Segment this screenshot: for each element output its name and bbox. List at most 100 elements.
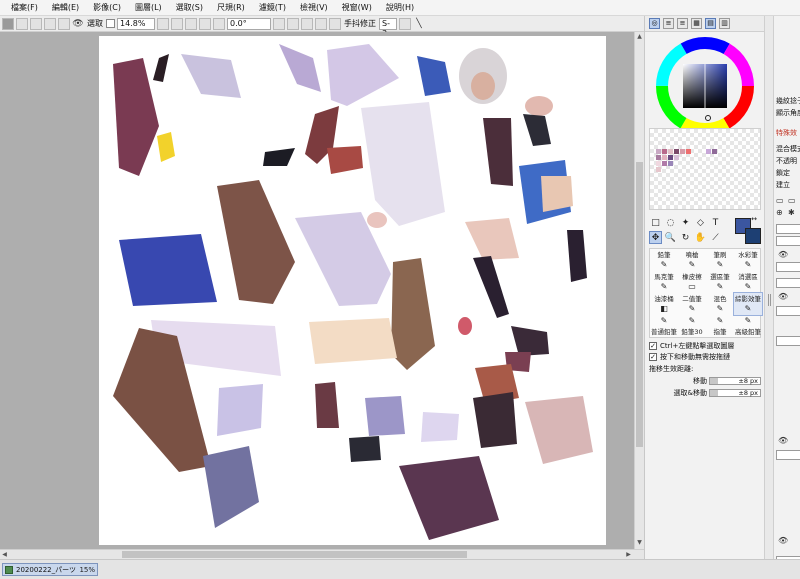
zoom-in-button[interactable] [171,17,183,30]
brush-slot-8[interactable]: 消選區 ✎ [734,271,762,293]
brush-slot-2[interactable]: 噴槍 ✎ [678,249,706,271]
brush-slot-7[interactable]: 選區筆 ✎ [706,271,734,293]
brush-slot-14[interactable]: ✎ 鉛筆30 [678,315,706,337]
layer-item-2[interactable] [776,236,800,246]
magic-wand-icon[interactable]: ✦ [679,216,692,229]
swatch-8[interactable] [712,149,717,154]
line-tool-icon[interactable]: ╲ [413,18,425,30]
layer-item-4[interactable] [776,278,800,288]
brush-slot-12[interactable]: 綜影效筆 ✎ [733,292,763,316]
new-layer-icon[interactable]: ▭ [776,196,785,205]
swatch-10[interactable] [662,155,667,160]
layer-action-icon-1[interactable]: ⊕ [776,208,785,217]
document-tab[interactable]: 20200222_パーツ.... 15% [2,563,98,576]
canvas-workspace[interactable] [0,32,634,549]
menu-ruler[interactable]: 尺規(R) [210,2,252,13]
menu-filter[interactable]: 濾鏡(T) [252,2,293,13]
ctrl-select-checkbox[interactable]: ✓ [649,341,657,350]
brush-slot-16[interactable]: ✎ 高級鉛筆 [734,315,762,337]
rotate-reset-button[interactable] [301,17,313,30]
rect-select-icon[interactable]: □ [649,216,662,229]
swatch-12[interactable] [674,155,679,160]
swatch-4[interactable] [674,149,679,154]
toolbar-button-13[interactable] [329,17,341,30]
menu-help[interactable]: 說明(H) [379,2,421,13]
flip-button[interactable] [315,17,327,30]
layer-item-6[interactable] [776,336,800,346]
hsv-slider-tab-icon[interactable]: ≡ [677,18,688,29]
background-color-swatch[interactable] [745,228,761,244]
swatch-3[interactable] [668,149,673,154]
brush-slot-15[interactable]: ✎ 指筆 [706,315,734,337]
menu-window[interactable]: 視窗(W) [335,2,379,13]
swatch-15[interactable] [668,161,673,166]
brush-slot-3[interactable]: 筆刷 ✎ [706,249,734,271]
menu-layer[interactable]: 圖層(L) [128,2,169,13]
zoom-tool-icon[interactable]: 🔍 [664,231,677,244]
zoom-dropdown-button[interactable] [213,17,225,30]
menu-view[interactable]: 檢視(V) [293,2,335,13]
eye-icon[interactable]: 👁 [72,18,84,30]
swap-colors-icon[interactable]: ↔ [749,214,759,224]
scratchpad-tab-icon[interactable]: ▥ [719,18,730,29]
zoom-fit-button[interactable] [199,17,211,30]
rotate-cw-button[interactable] [287,17,299,30]
layer-visibility-eye-icon-4[interactable]: 👁 [778,536,788,545]
canvas-horizontal-scrollbar[interactable]: ◀ ▶ [0,549,644,559]
scroll-up-arrow-icon[interactable]: ▲ [635,32,644,41]
rotate-ccw-button[interactable] [273,17,285,30]
lasso-icon[interactable]: ◌ [664,216,677,229]
color-wheel-tab-icon[interactable]: ◎ [649,18,660,29]
menu-file[interactable]: 檔案(F) [4,2,45,13]
scroll-down-arrow-icon[interactable]: ▼ [635,538,644,547]
brush-slot-6[interactable]: 橡皮擦 ▭ [678,271,706,293]
rotation-field[interactable]: 0.0° [227,17,271,30]
layer-visibility-eye-icon-2[interactable]: 👁 [778,292,788,301]
brush-slot-1[interactable]: 鉛筆 ✎ [650,249,678,271]
zoom-field[interactable]: 14.8% [117,17,155,30]
color-wheel[interactable] [653,34,757,138]
stabilizer-select[interactable]: S-3 [379,17,397,38]
zoom-toggle-checkbox[interactable] [106,19,115,28]
swatch-7[interactable] [706,149,711,154]
toolbar-button-1[interactable] [16,17,28,30]
zoom-reset-button[interactable] [185,17,197,30]
toolbar-button-4[interactable] [58,17,70,30]
move-grab-checkbox[interactable]: ✓ [649,352,657,361]
swatch-5[interactable] [680,149,685,154]
layer-action-icon-2[interactable]: ✱ [788,208,797,217]
layer-item-7[interactable] [776,450,800,460]
hand-tool-icon[interactable]: ✋ [694,231,707,244]
swatch-6[interactable] [686,149,691,154]
layer-item-5[interactable] [776,306,800,316]
rgb-slider-tab-icon[interactable]: ≡ [663,18,674,29]
menu-image[interactable]: 影像(C) [86,2,128,13]
panel-splitter[interactable] [764,16,774,559]
toolbar-button-3[interactable] [44,17,56,30]
toolbar-grip-button[interactable] [2,17,14,30]
swatch-11[interactable] [668,155,673,160]
toolbar-button-2[interactable] [30,17,42,30]
stabilizer-dropdown-button[interactable] [399,17,411,30]
ctrl-select-option[interactable]: ✓ Ctrl+左鍵點擊選取圖層 [649,340,761,351]
swatch-14[interactable] [662,161,667,166]
vertical-scroll-thumb[interactable] [636,162,643,447]
rotate-tool-icon[interactable]: ↻ [679,231,692,244]
splitter-grip-icon[interactable] [768,294,771,306]
swatch-16[interactable] [656,167,661,172]
eyedropper-icon[interactable]: ⟋ [709,231,722,244]
brush-slot-11[interactable]: 混色 ✎ [706,293,734,315]
move-distance-slider[interactable]: ±8 px [709,377,761,385]
brush-slot-10[interactable]: 二值筆 ✎ [678,293,706,315]
color-wheel-graphic[interactable] [653,34,757,138]
layer-visibility-eye-icon[interactable]: 👁 [778,250,788,259]
canvas-vertical-scrollbar[interactable]: ▲ ▼ [634,32,644,549]
text-tool-icon[interactable]: T [709,216,722,229]
brush-slot-4[interactable]: 水彩筆 ✎ [734,249,762,271]
color-swatch-grid[interactable] [649,128,761,210]
layer-item-8[interactable] [776,556,800,559]
swatch-tab-icon[interactable]: ▤ [705,18,716,29]
mixer-tab-icon[interactable]: ▦ [691,18,702,29]
layer-panel-line-3[interactable]: 特殊效 [776,128,797,138]
drawing-canvas[interactable] [99,36,606,545]
